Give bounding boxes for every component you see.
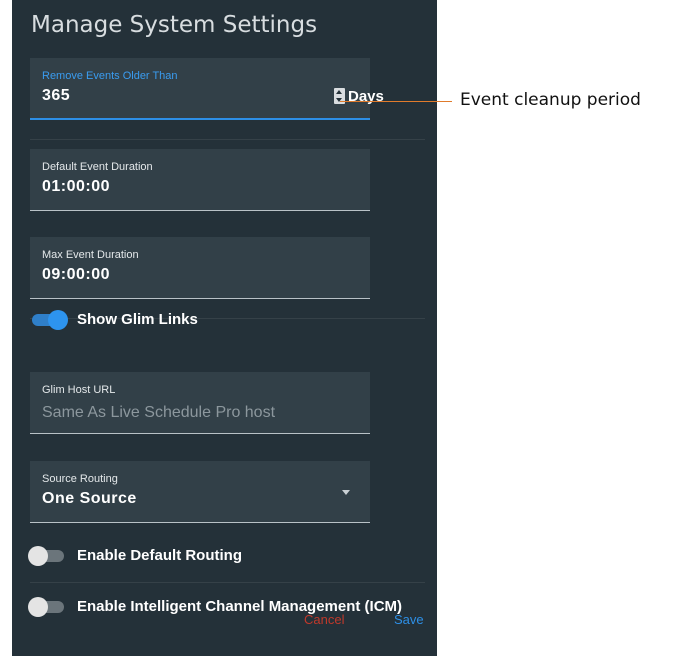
toggle-knob: [48, 310, 68, 330]
max-duration-label: Max Event Duration: [42, 249, 139, 261]
glim-host-field[interactable]: Glim Host URL Same As Live Schedule Pro …: [30, 372, 370, 434]
glim-host-placeholder: Same As Live Schedule Pro host: [42, 404, 276, 421]
default-duration-label: Default Event Duration: [42, 161, 153, 173]
remove-events-label: Remove Events Older Than: [42, 70, 178, 82]
toggle-knob: [28, 546, 48, 566]
show-glim-toggle[interactable]: [30, 310, 68, 330]
glim-host-label: Glim Host URL: [42, 384, 116, 396]
chevron-down-icon[interactable]: [342, 490, 350, 495]
save-button[interactable]: Save: [394, 612, 424, 627]
icm-label: Enable Intelligent Channel Management (I…: [77, 598, 403, 615]
max-duration-value[interactable]: 09:00:00: [42, 266, 110, 284]
toggle-knob: [28, 597, 48, 617]
default-routing-label: Enable Default Routing: [77, 547, 242, 564]
remove-events-value[interactable]: 365: [42, 87, 70, 105]
source-routing-select[interactable]: Source Routing One Source: [30, 461, 370, 523]
callout-line: [340, 101, 452, 102]
source-routing-label: Source Routing: [42, 473, 118, 485]
max-duration-field[interactable]: Max Event Duration 09:00:00: [30, 237, 370, 299]
icm-toggle[interactable]: [28, 597, 68, 617]
divider: [30, 139, 425, 140]
remove-events-field[interactable]: Remove Events Older Than 365 Days: [30, 58, 384, 120]
dialog-title: Manage System Settings: [31, 12, 318, 38]
callout-label: Event cleanup period: [460, 90, 641, 110]
source-routing-value: One Source: [42, 490, 137, 507]
show-glim-label: Show Glim Links: [77, 311, 198, 328]
default-duration-value[interactable]: 01:00:00: [42, 178, 110, 196]
default-duration-field[interactable]: Default Event Duration 01:00:00: [30, 149, 370, 211]
cancel-button[interactable]: Cancel: [304, 612, 344, 627]
divider: [30, 582, 425, 583]
days-unit: Days: [348, 88, 384, 105]
default-routing-toggle[interactable]: [28, 546, 68, 566]
